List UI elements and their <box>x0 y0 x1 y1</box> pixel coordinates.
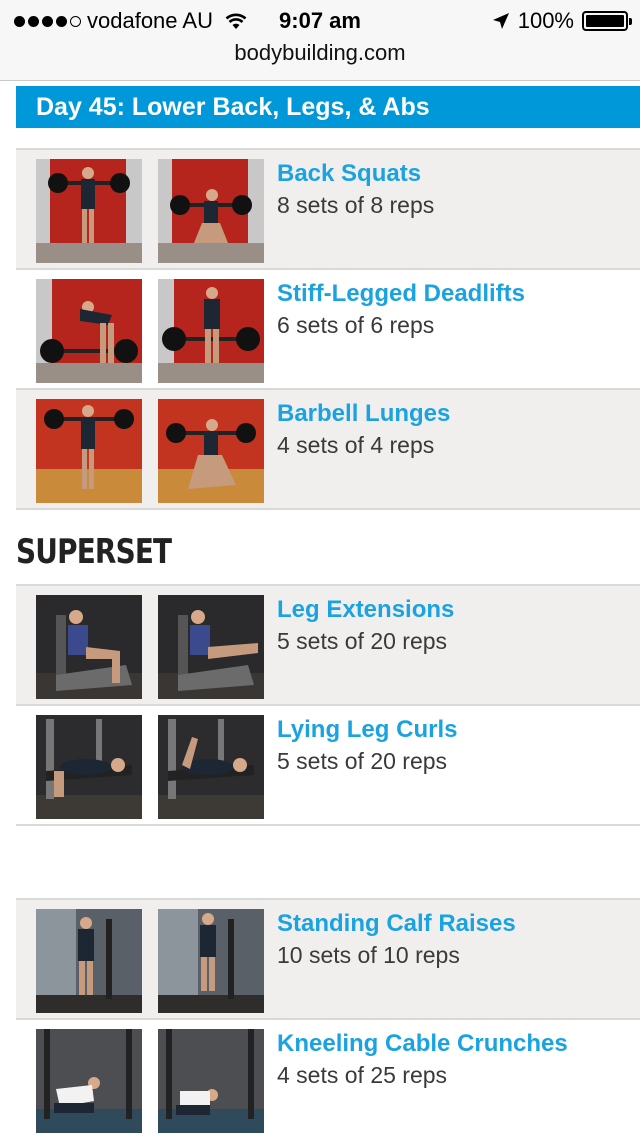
exercise-row[interactable]: Back Squats 8 sets of 8 reps <box>16 148 640 268</box>
divider <box>16 824 640 826</box>
divider <box>16 508 640 510</box>
exercise-thumbnail-start[interactable] <box>36 399 142 503</box>
exercise-row[interactable]: Leg Extensions 5 sets of 20 reps <box>16 584 640 704</box>
exercise-row[interactable]: Barbell Lunges 4 sets of 4 reps <box>16 388 640 508</box>
exercise-thumbnail-end[interactable] <box>158 279 264 383</box>
exercise-sets: 4 sets of 4 reps <box>277 432 435 458</box>
status-right: 100% <box>492 8 632 34</box>
exercise-thumbnail-end[interactable] <box>158 1029 264 1133</box>
exercise-row[interactable]: Kneeling Cable Crunches 4 sets of 25 rep… <box>16 1018 640 1138</box>
exercise-sets: 10 sets of 10 reps <box>277 942 460 968</box>
exercise-sets: 5 sets of 20 reps <box>277 628 448 654</box>
exercise-thumbnail-start[interactable] <box>36 909 142 1013</box>
exercise-row[interactable]: Standing Calf Raises 10 sets of 10 reps <box>16 898 640 1018</box>
exercise-name[interactable]: Kneeling Cable Crunches <box>277 1030 568 1058</box>
exercise-sets: 8 sets of 8 reps <box>277 192 435 218</box>
exercise-name[interactable]: Barbell Lunges <box>277 400 450 428</box>
battery-percent: 100% <box>517 8 574 33</box>
url-bar[interactable]: bodybuilding.com <box>0 40 640 81</box>
exercise-sets: 5 sets of 20 reps <box>277 748 448 774</box>
battery-icon <box>582 11 632 31</box>
exercise-name[interactable]: Lying Leg Curls <box>277 716 457 744</box>
exercise-thumbnail-start[interactable] <box>36 595 142 699</box>
url-domain: bodybuilding.com <box>234 40 406 65</box>
exercise-thumbnail-end[interactable] <box>158 159 264 263</box>
exercise-thumbnail-start[interactable] <box>36 279 142 383</box>
exercise-name[interactable]: Back Squats <box>277 160 421 188</box>
exercise-name[interactable]: Leg Extensions <box>277 596 454 624</box>
day-title-banner: Day 45: Lower Back, Legs, & Abs <box>16 86 640 128</box>
exercise-sets: 4 sets of 25 reps <box>277 1062 448 1088</box>
superset-heading: SUPERSET <box>16 532 172 572</box>
exercise-sets: 6 sets of 6 reps <box>277 312 435 338</box>
exercise-thumbnail-end[interactable] <box>158 595 264 699</box>
exercise-thumbnail-end[interactable] <box>158 909 264 1013</box>
location-arrow-icon <box>492 13 509 29</box>
status-bar: vodafone AU 9:07 am 100% <box>0 0 640 40</box>
exercise-row[interactable]: Stiff-Legged Deadlifts 6 sets of 6 reps <box>16 268 640 388</box>
exercise-thumbnail-start[interactable] <box>36 715 142 819</box>
exercise-row[interactable]: Lying Leg Curls 5 sets of 20 reps <box>16 704 640 824</box>
exercise-thumbnail-start[interactable] <box>36 159 142 263</box>
exercise-thumbnail-end[interactable] <box>158 715 264 819</box>
exercise-thumbnail-end[interactable] <box>158 399 264 503</box>
exercise-name[interactable]: Stiff-Legged Deadlifts <box>277 280 525 308</box>
exercise-name[interactable]: Standing Calf Raises <box>277 910 516 938</box>
exercise-thumbnail-start[interactable] <box>36 1029 142 1133</box>
